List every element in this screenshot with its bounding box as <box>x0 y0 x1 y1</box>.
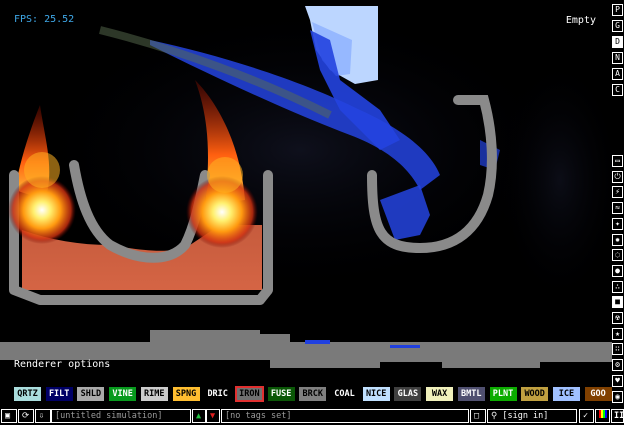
open-icon[interactable]: ▣ <box>1 409 17 423</box>
tags-field[interactable]: [no tags set] <box>221 409 469 423</box>
favorites-icon[interactable]: ♥ <box>612 374 623 387</box>
sensor-icon[interactable]: ≈ <box>612 202 623 215</box>
simulation-canvas[interactable] <box>0 0 612 384</box>
settings-icon[interactable]: ✓ <box>579 409 594 423</box>
element-button-shld[interactable]: SHLD <box>77 387 105 401</box>
element-button-ice[interactable]: ICE <box>552 387 580 401</box>
simulation-name-field[interactable]: [untitled simulation] <box>51 409 191 423</box>
element-button-rime[interactable]: RIME <box>140 387 168 401</box>
powders-icon[interactable]: ∴ <box>612 280 623 293</box>
gas-icon[interactable]: ◌ <box>612 249 623 262</box>
special-icon[interactable]: ★ <box>612 327 623 340</box>
menu-button-p[interactable]: P <box>612 4 623 16</box>
sign-in-label: [sign in] <box>502 411 549 421</box>
menu-button-g[interactable]: G <box>612 20 623 32</box>
element-button-glas[interactable]: GLAS <box>394 387 422 401</box>
menu-button-a[interactable]: A <box>612 68 623 80</box>
force-icon[interactable]: ✦ <box>612 217 623 230</box>
element-button-iron[interactable]: IRON <box>234 386 264 402</box>
life-icon[interactable]: ∷ <box>612 343 623 356</box>
renderer-icon[interactable] <box>595 409 610 423</box>
pause-button[interactable]: II <box>611 409 624 423</box>
element-button-dric[interactable]: DRIC <box>204 387 232 401</box>
display-icon[interactable]: ▭ <box>612 155 623 167</box>
element-button-coal[interactable]: COAL <box>331 387 358 401</box>
solids-icon[interactable]: ■ <box>612 296 623 309</box>
element-button-wood[interactable]: WOOD <box>521 387 549 401</box>
renderer-options-label: Renderer options <box>14 359 111 370</box>
element-button-wax[interactable]: WAX <box>426 387 454 401</box>
vote-down-icon[interactable]: ▼ <box>206 409 220 423</box>
sign-in-button[interactable]: ⚲ [sign in] <box>487 409 577 423</box>
hover-element-label: Empty <box>565 15 596 26</box>
element-button-brck[interactable]: BRCK <box>299 387 327 401</box>
element-button-spng[interactable]: SPNG <box>172 387 200 401</box>
electronics-icon[interactable]: ⏻ <box>612 170 623 183</box>
key-icon: ⚲ <box>491 411 503 421</box>
element-button-qrtz[interactable]: QRTZ <box>14 387 41 401</box>
element-button-fuse[interactable]: FUSE <box>267 387 295 401</box>
element-button-plnt[interactable]: PLNT <box>489 387 517 401</box>
fps-counter: FPS: 25.52 <box>14 14 75 25</box>
menu-button-d[interactable]: D <box>612 36 623 48</box>
element-button-bmtl[interactable]: BMTL <box>457 387 485 401</box>
liquid-icon[interactable]: ● <box>612 264 623 277</box>
reload-icon[interactable]: ⟳ <box>18 409 34 423</box>
radioactive-icon[interactable]: ☢ <box>612 312 623 324</box>
element-button-filt[interactable]: FILT <box>45 387 73 401</box>
element-button-goo[interactable]: GOO <box>584 387 612 401</box>
explosive-icon[interactable]: ✹ <box>612 233 623 246</box>
clear-icon[interactable]: □ <box>470 409 486 423</box>
menu-button-n[interactable]: N <box>612 52 623 64</box>
element-button-vine[interactable]: VINE <box>109 387 137 401</box>
element-button-nice[interactable]: NICE <box>362 387 390 401</box>
vote-up-icon[interactable]: ▲ <box>192 409 206 423</box>
decoration-icon[interactable]: ◉ <box>612 390 623 403</box>
menu-button-c[interactable]: C <box>612 84 623 96</box>
tools-icon[interactable]: ⚙ <box>612 359 623 372</box>
save-icon[interactable]: ⇩ <box>35 409 51 423</box>
powered-icon[interactable]: ⚡ <box>612 186 623 199</box>
